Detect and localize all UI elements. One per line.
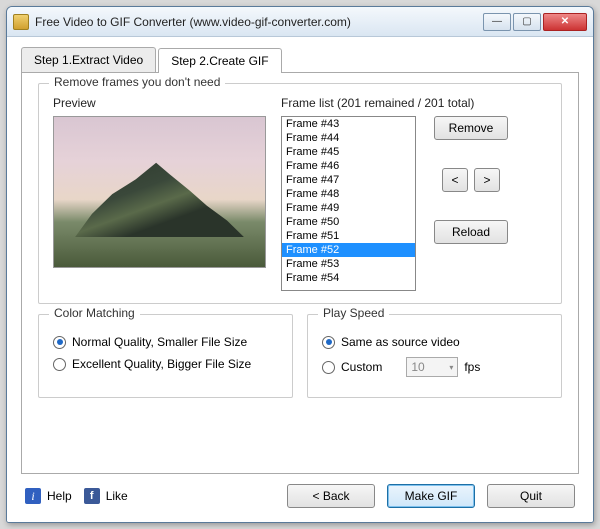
chevron-down-icon: ▾ [449,363,453,372]
back-button[interactable]: < Back [287,484,375,508]
remove-frames-title: Remove frames you don't need [49,75,225,89]
close-button[interactable]: ✕ [543,13,587,31]
frame-list-item[interactable]: Frame #46 [282,159,415,173]
like-link[interactable]: f Like [84,488,128,504]
color-matching-title: Color Matching [49,306,140,320]
help-label: Help [47,489,72,503]
help-link[interactable]: i Help [25,488,72,504]
reload-button[interactable]: Reload [434,220,508,244]
remove-button[interactable]: Remove [434,116,508,140]
frame-list-item[interactable]: Frame #44 [282,131,415,145]
frame-list-item[interactable]: Frame #49 [282,201,415,215]
fps-value: 10 [411,360,424,374]
app-icon [13,14,29,30]
titlebar: Free Video to GIF Converter (www.video-g… [7,7,593,37]
play-speed-title: Play Speed [318,306,389,320]
make-gif-button[interactable]: Make GIF [387,484,475,508]
frame-list-label: Frame list (201 remained / 201 total) [281,96,547,110]
radio-icon [322,336,335,349]
remove-frames-group: Remove frames you don't need Preview Fra… [38,83,562,304]
radio-label: Custom [341,360,382,374]
frame-list-item[interactable]: Frame #54 [282,271,415,285]
quit-button[interactable]: Quit [487,484,575,508]
fps-suffix: fps [464,360,480,374]
frame-list-item[interactable]: Frame #53 [282,257,415,271]
frame-list-item[interactable]: Frame #51 [282,229,415,243]
tab-step1[interactable]: Step 1.Extract Video [21,47,156,72]
footer-bar: i Help f Like < Back Make GIF Quit [21,474,579,512]
tab-strip: Step 1.Extract Video Step 2.Create GIF [21,47,579,72]
radio-icon [322,361,335,374]
prev-frame-button[interactable]: < [442,168,468,192]
radio-icon [53,336,66,349]
radio-excellent-quality[interactable]: Excellent Quality, Bigger File Size [53,357,278,371]
frame-list-item[interactable]: Frame #47 [282,173,415,187]
preview-column: Preview [53,96,267,291]
frame-list-item[interactable]: Frame #45 [282,145,415,159]
radio-label: Same as source video [341,335,460,349]
maximize-button[interactable]: ▢ [513,13,541,31]
app-window: Free Video to GIF Converter (www.video-g… [6,6,594,523]
help-icon: i [25,488,41,504]
frame-column: Frame list (201 remained / 201 total) Fr… [281,96,547,291]
frame-list-item[interactable]: Frame #50 [282,215,415,229]
minimize-button[interactable]: — [483,13,511,31]
radio-label: Normal Quality, Smaller File Size [72,335,247,349]
frame-list-item[interactable]: Frame #48 [282,187,415,201]
radio-same-speed[interactable]: Same as source video [322,335,547,349]
frame-listbox[interactable]: Frame #43Frame #44Frame #45Frame #46Fram… [281,116,416,291]
tab-pane-step2: Remove frames you don't need Preview Fra… [21,72,579,474]
radio-normal-quality[interactable]: Normal Quality, Smaller File Size [53,335,278,349]
radio-label: Excellent Quality, Bigger File Size [72,357,251,371]
next-frame-button[interactable]: > [474,168,500,192]
radio-custom-speed[interactable]: Custom 10 ▾ fps [322,357,547,377]
radio-icon [53,358,66,371]
preview-label: Preview [53,96,267,110]
client-area: Step 1.Extract Video Step 2.Create GIF R… [7,37,593,522]
window-title: Free Video to GIF Converter (www.video-g… [35,15,483,29]
fps-spinbox[interactable]: 10 ▾ [406,357,458,377]
play-speed-group: Play Speed Same as source video Custom 1… [307,314,562,398]
facebook-icon: f [84,488,100,504]
frame-list-item[interactable]: Frame #52 [282,243,415,257]
frame-list-item[interactable]: Frame #43 [282,117,415,131]
preview-image [53,116,266,268]
like-label: Like [106,489,128,503]
color-matching-group: Color Matching Normal Quality, Smaller F… [38,314,293,398]
tab-step2[interactable]: Step 2.Create GIF [158,48,281,73]
